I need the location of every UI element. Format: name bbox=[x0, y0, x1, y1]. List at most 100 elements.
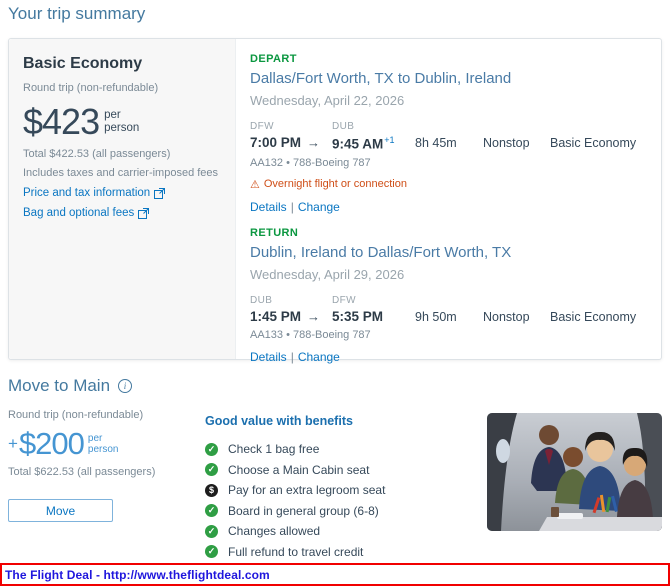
bag-fees-link[interactable]: Bag and optional fees bbox=[23, 207, 221, 219]
destination-column: DUB 9:45 AM+1 bbox=[332, 121, 415, 152]
fare-price: $423 per person bbox=[23, 104, 221, 140]
arrive-time: 5:35 PM bbox=[332, 309, 415, 324]
upsell-title: Move to Main bbox=[8, 376, 111, 395]
flight-stops: Nonstop bbox=[483, 310, 530, 324]
benefit-label: Full refund to travel credit bbox=[228, 544, 364, 559]
fare-includes-note: Includes taxes and carrier-imposed fees bbox=[23, 167, 219, 179]
benefit-item: ✓ Choose a Main Cabin seat bbox=[205, 460, 475, 481]
person-label: person bbox=[87, 443, 119, 455]
details-link[interactable]: Details bbox=[250, 200, 287, 214]
info-icon[interactable]: i bbox=[118, 379, 133, 393]
depart-time-value: 1:45 PM bbox=[250, 309, 302, 324]
destination-column: DFW 5:35 PM bbox=[332, 295, 415, 324]
benefit-item: ✓ Check 1 bag free bbox=[205, 439, 475, 460]
return-date: Wednesday, April 29, 2026 bbox=[250, 267, 405, 282]
benefits-title: Good value with benefits bbox=[205, 414, 353, 428]
bag-fees-link-label: Bag and optional fees bbox=[23, 207, 135, 219]
flight-number-aircraft: AA133 • 788-Boeing 787 bbox=[250, 329, 371, 341]
cabin-photo-illustration bbox=[487, 413, 662, 531]
fare-trip-type: Round trip (non-refundable) bbox=[23, 82, 159, 94]
flight-duration: 8h 45m bbox=[415, 136, 457, 150]
arrow-right-icon: → bbox=[307, 309, 321, 324]
origin-column: DUB 1:45 PM → bbox=[250, 295, 332, 324]
fare-name: Basic Economy bbox=[23, 55, 143, 72]
flight-cabin: Basic Economy bbox=[550, 136, 637, 150]
check-circle-icon: ✓ bbox=[205, 504, 218, 518]
price-tax-link-label: Price and tax information bbox=[23, 187, 151, 199]
external-link-icon bbox=[154, 187, 166, 199]
link-separator: | bbox=[290, 199, 294, 214]
fare-price-unit: per person bbox=[104, 109, 139, 134]
depart-slice: DEPART Dallas/Fort Worth, TX to Dublin, … bbox=[250, 53, 647, 214]
cabin-photo bbox=[487, 413, 662, 531]
fare-total: Total $422.53 (all passengers) bbox=[23, 148, 171, 160]
depart-actions: Details | Change bbox=[250, 200, 647, 214]
dollar-circle-icon: $ bbox=[205, 483, 218, 497]
plus-sign: + bbox=[8, 433, 18, 453]
upsell-total: Total $622.53 (all passengers) bbox=[8, 466, 156, 478]
origin-code: DFW bbox=[250, 121, 274, 132]
footer-banner: The Flight Deal - http://www.theflightde… bbox=[0, 563, 670, 586]
benefit-label: Check 1 bag free bbox=[228, 442, 320, 457]
fare-price-amount: $423 bbox=[23, 101, 100, 142]
check-circle-icon: ✓ bbox=[205, 524, 218, 538]
flight-deal-link[interactable]: The Flight Deal - http://www.theflightde… bbox=[2, 568, 270, 582]
benefit-label: Choose a Main Cabin seat bbox=[228, 462, 370, 477]
benefit-label: Board in general group (6-8) bbox=[228, 503, 379, 518]
next-day-indicator: +1 bbox=[384, 135, 395, 145]
per-label: per bbox=[87, 432, 103, 444]
arrive-time: 9:45 AM+1 bbox=[332, 135, 415, 152]
benefit-label: Changes allowed bbox=[228, 524, 321, 539]
overnight-warning: ⚠ Overnight flight or connection bbox=[250, 178, 647, 191]
check-circle-icon: ✓ bbox=[205, 442, 218, 456]
destination-code: DFW bbox=[332, 295, 356, 306]
move-to-main-section: Move to Main i Round trip (non-refundabl… bbox=[8, 376, 662, 559]
depart-date: Wednesday, April 22, 2026 bbox=[250, 93, 405, 108]
upsell-price-unit: per person bbox=[88, 433, 119, 455]
benefits-list: Good value with benefits ✓ Check 1 bag f… bbox=[205, 414, 475, 562]
page-title: Your trip summary bbox=[8, 4, 146, 23]
upsell-trip-type: Round trip (non-refundable) bbox=[8, 409, 144, 421]
details-link[interactable]: Details bbox=[250, 350, 287, 364]
origin-code: DUB bbox=[250, 295, 273, 306]
depart-time-value: 7:00 PM bbox=[250, 135, 302, 150]
warning-icon: ⚠ bbox=[250, 178, 260, 191]
move-button[interactable]: Move bbox=[8, 499, 113, 522]
fare-panel: Basic Economy Round trip (non-refundable… bbox=[9, 39, 236, 359]
price-tax-link[interactable]: Price and tax information bbox=[23, 187, 221, 199]
person-label: person bbox=[104, 122, 140, 134]
per-label: per bbox=[104, 109, 121, 122]
arrow-right-icon: → bbox=[307, 135, 321, 150]
benefit-item: $ Pay for an extra legroom seat bbox=[205, 480, 475, 501]
origin-column: DFW 7:00 PM → bbox=[250, 121, 332, 152]
change-link[interactable]: Change bbox=[298, 350, 340, 364]
check-circle-icon: ✓ bbox=[205, 545, 218, 559]
check-circle-icon: ✓ bbox=[205, 463, 218, 477]
return-flight-row: DUB 1:45 PM → DFW 5:35 PM 9h 50m Nonstop … bbox=[250, 295, 647, 324]
flight-stops: Nonstop bbox=[483, 136, 530, 150]
return-actions: Details | Change bbox=[250, 350, 647, 364]
return-slice: RETURN Dublin, Ireland to Dallas/Fort Wo… bbox=[250, 227, 647, 364]
flight-number-aircraft: AA132 • 788-Boeing 787 bbox=[250, 156, 371, 169]
warning-text: Overnight flight or connection bbox=[263, 178, 407, 190]
benefit-item: ✓ Full refund to travel credit bbox=[205, 542, 475, 563]
return-route: Dublin, Ireland to Dallas/Fort Worth, TX bbox=[250, 244, 512, 261]
depart-flight-row: DFW 7:00 PM → DUB 9:45 AM+1 8h 45m Nonsto… bbox=[250, 121, 647, 152]
depart-route: Dallas/Fort Worth, TX to Dublin, Ireland bbox=[250, 70, 512, 87]
change-link[interactable]: Change bbox=[298, 200, 340, 214]
link-separator: | bbox=[290, 350, 294, 364]
upsell-price-amount: $200 bbox=[18, 426, 85, 461]
trip-summary-card: Basic Economy Round trip (non-refundable… bbox=[8, 38, 662, 364]
depart-time: 7:00 PM → bbox=[250, 135, 332, 150]
arrive-time-value: 9:45 AM bbox=[332, 136, 384, 152]
destination-code: DUB bbox=[332, 121, 355, 132]
upsell-heading: Move to Main i bbox=[8, 376, 662, 396]
upsell-price: + $200 per person bbox=[8, 428, 198, 459]
benefit-item: ✓ Board in general group (6-8) bbox=[205, 501, 475, 522]
benefit-item: ✓ Changes allowed bbox=[205, 521, 475, 542]
depart-label: DEPART bbox=[250, 53, 297, 65]
external-link-icon bbox=[138, 207, 150, 219]
arrive-time-value: 5:35 PM bbox=[332, 309, 384, 324]
upsell-price-block: Round trip (non-refundable) + $200 per p… bbox=[8, 409, 198, 522]
depart-time: 1:45 PM → bbox=[250, 309, 332, 324]
